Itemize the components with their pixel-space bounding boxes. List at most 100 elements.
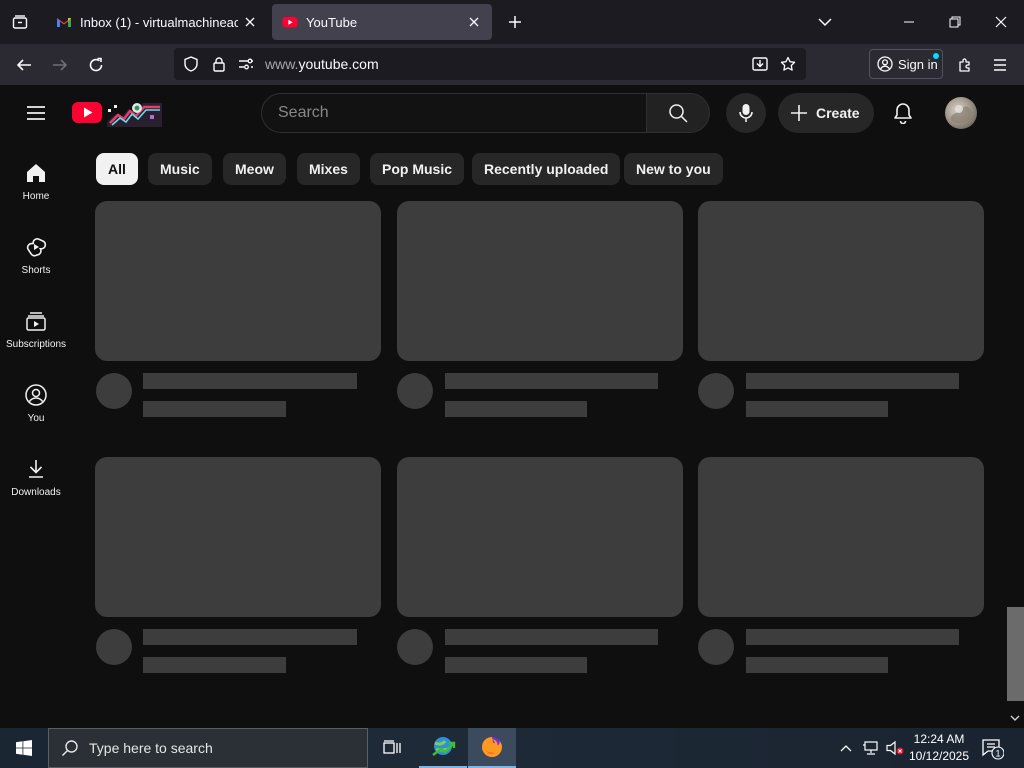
chip-pop-music[interactable]: Pop Music xyxy=(370,153,465,185)
notification-count: 1 xyxy=(995,749,1000,759)
gmail-icon xyxy=(57,18,71,27)
microphone-icon xyxy=(739,104,753,122)
youtube-logo[interactable] xyxy=(72,99,164,129)
minimize-icon xyxy=(904,21,914,23)
guide-item-shorts[interactable]: Shorts xyxy=(0,215,72,289)
clock-date: 10/12/2025 xyxy=(908,749,970,763)
guide-item-home[interactable]: Home xyxy=(0,141,72,215)
notification-dot xyxy=(933,53,939,59)
chip-new-to-you[interactable]: New to you xyxy=(624,153,723,185)
guide-item-downloads[interactable]: Downloads xyxy=(0,437,72,511)
back-button[interactable] xyxy=(9,50,39,80)
metadata-placeholder xyxy=(746,401,888,417)
create-button[interactable]: Create xyxy=(778,93,874,133)
title-placeholder xyxy=(143,373,357,389)
tab-gmail[interactable]: Inbox (1) - virtualmachineaccount xyxy=(46,4,268,40)
masthead: Search Create xyxy=(0,85,1024,141)
plus-icon xyxy=(509,16,521,28)
channel-avatar-placeholder xyxy=(397,373,433,409)
puzzle-icon xyxy=(959,58,970,72)
tab-youtube[interactable]: YouTube xyxy=(272,4,492,40)
action-center-button[interactable]: 1 xyxy=(980,736,1004,760)
search-button[interactable] xyxy=(646,93,710,133)
channel-avatar-placeholder xyxy=(96,629,132,665)
downloads-icon xyxy=(29,460,43,478)
network-button[interactable] xyxy=(860,728,882,768)
chip-label: Music xyxy=(160,161,200,177)
video-thumbnail-placeholder xyxy=(397,201,683,361)
metadata-placeholder xyxy=(746,657,888,673)
close-icon xyxy=(995,16,1007,28)
bookmark-star-icon[interactable] xyxy=(780,56,796,72)
search-icon xyxy=(61,740,78,757)
start-button[interactable] xyxy=(0,728,48,768)
subscriptions-icon xyxy=(26,312,46,331)
close-icon xyxy=(245,17,255,27)
app-menu-button[interactable] xyxy=(985,50,1015,80)
arrow-right-icon xyxy=(53,59,68,71)
shorts-icon xyxy=(26,238,47,257)
chip-music[interactable]: Music xyxy=(148,153,212,185)
home-icon xyxy=(27,164,45,182)
chevron-up-icon xyxy=(840,745,852,752)
maximize-button[interactable] xyxy=(932,0,978,44)
search-icon xyxy=(669,104,688,123)
sign-in-button[interactable]: Sign in xyxy=(869,49,943,79)
video-thumbnail-placeholder xyxy=(95,201,381,361)
sign-in-label: Sign in xyxy=(898,56,938,72)
notifications-button[interactable] xyxy=(883,93,923,133)
shield-icon[interactable] xyxy=(183,56,199,72)
voice-search-button[interactable] xyxy=(726,93,766,133)
permissions-icon[interactable] xyxy=(238,56,254,72)
address-bar[interactable]: www.youtube.com xyxy=(174,48,806,80)
guide-menu-button[interactable] xyxy=(16,93,56,133)
search-input[interactable]: Search xyxy=(261,93,647,133)
guide-label: Downloads xyxy=(11,487,61,498)
close-icon xyxy=(469,17,479,27)
close-tab-button[interactable] xyxy=(466,14,482,30)
hamburger-icon xyxy=(27,106,45,120)
lock-icon[interactable] xyxy=(211,56,227,72)
extensions-button[interactable] xyxy=(950,50,980,80)
taskbar-app-internet[interactable] xyxy=(419,728,467,768)
forward-button[interactable] xyxy=(45,50,75,80)
install-app-icon[interactable] xyxy=(752,56,768,72)
scrollbar-thumb[interactable] xyxy=(1007,607,1024,701)
guide-label: You xyxy=(27,413,45,424)
chip-label: Mixes xyxy=(309,161,348,177)
taskbar-app-firefox[interactable] xyxy=(468,728,516,768)
avatar[interactable] xyxy=(945,97,977,129)
guide-label: Home xyxy=(22,191,50,202)
minimize-button[interactable] xyxy=(886,0,932,44)
globe-network-icon xyxy=(432,737,456,756)
tab-overflow-button[interactable] xyxy=(802,0,848,44)
reload-button[interactable] xyxy=(81,50,111,80)
notifications-icon: 1 xyxy=(982,739,1004,760)
chevron-down-icon xyxy=(818,18,832,27)
list-all-tabs-button[interactable] xyxy=(0,0,40,44)
chip-recently-uploaded[interactable]: Recently uploaded xyxy=(472,153,621,185)
chip-mixes[interactable]: Mixes xyxy=(297,153,360,185)
show-hidden-icons-button[interactable] xyxy=(836,728,856,768)
guide-item-you[interactable]: You xyxy=(0,363,72,437)
video-thumbnail-placeholder xyxy=(698,457,984,617)
chip-all[interactable]: All xyxy=(96,153,138,185)
close-tab-button[interactable] xyxy=(242,14,258,30)
url-text: www.youtube.com xyxy=(265,56,379,72)
scroll-down-button[interactable] xyxy=(1008,712,1022,724)
arrow-left-icon xyxy=(16,59,31,71)
task-view-button[interactable] xyxy=(368,728,416,768)
chip-meow[interactable]: Meow xyxy=(223,153,286,185)
network-icon xyxy=(863,741,878,755)
metadata-placeholder xyxy=(143,657,286,673)
taskbar-search-box[interactable]: Type here to search xyxy=(48,728,368,768)
plus-icon xyxy=(791,105,807,121)
clock-time: 12:24 AM xyxy=(913,732,965,746)
guide-item-subscriptions[interactable]: Subscriptions xyxy=(0,289,72,363)
new-tab-button[interactable] xyxy=(503,10,527,34)
close-window-button[interactable] xyxy=(978,0,1024,44)
taskbar-clock[interactable]: 12:24 AM 10/12/2025 xyxy=(903,731,975,765)
firefox-icon xyxy=(482,737,502,757)
video-thumbnail-placeholder xyxy=(698,201,984,361)
youtube-doodle-logo xyxy=(72,102,162,127)
